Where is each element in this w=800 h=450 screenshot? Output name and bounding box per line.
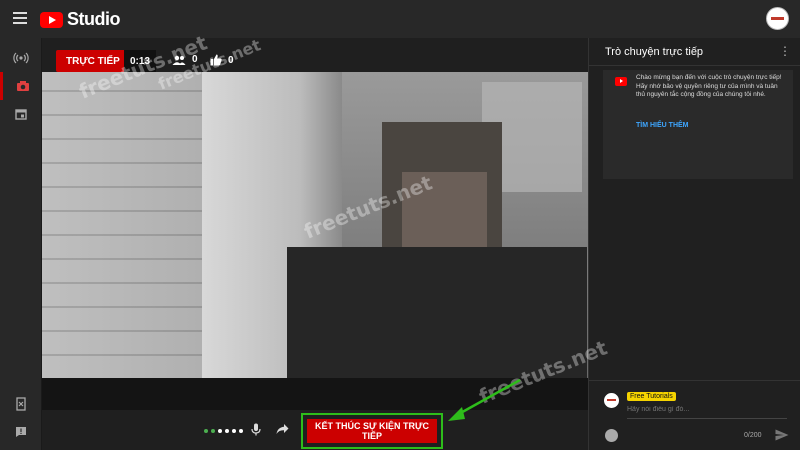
- annotation-arrow: [448, 378, 521, 421]
- camera-icon: [16, 81, 29, 91]
- nav-feedback[interactable]: [0, 418, 42, 446]
- elapsed-time: 0:13: [124, 50, 157, 72]
- learn-more-link[interactable]: TÌM HIỂU THÊM: [636, 122, 689, 129]
- nav-webcam[interactable]: [0, 72, 42, 100]
- left-nav: [0, 38, 42, 450]
- live-badge: TRỰC TIẾP: [56, 50, 130, 72]
- stream-health-indicator: [204, 429, 246, 433]
- health-dot: [239, 429, 243, 433]
- nav-exit[interactable]: [0, 390, 42, 418]
- exit-icon: [16, 397, 26, 411]
- chat-input-underline: [627, 418, 787, 419]
- health-dot: [211, 429, 215, 433]
- viewers-icon: [172, 55, 186, 65]
- app-name: Studio: [67, 9, 121, 29]
- youtube-logo-icon: [40, 11, 63, 28]
- nav-stream-now[interactable]: [0, 44, 42, 72]
- live-chat-panel: Trò chuyện trực tiếp ⋮ Chào mừng bạn đến…: [588, 38, 800, 450]
- health-dot: [204, 429, 208, 433]
- feedback-icon: [16, 427, 26, 437]
- chat-title: Trò chuyện trực tiếp: [605, 46, 704, 58]
- char-count: 0/200: [744, 432, 762, 439]
- thumbs-up-icon: [210, 54, 222, 66]
- viewer-count-value: 0: [192, 54, 198, 65]
- chat-divider: [589, 65, 800, 66]
- nav-manage[interactable]: [0, 100, 42, 128]
- chat-welcome-message: Chào mừng bạn đến với cuộc trò chuyện tr…: [603, 70, 793, 179]
- chat-message-input[interactable]: [627, 406, 787, 413]
- share-icon[interactable]: [276, 423, 289, 435]
- end-stream-highlight: KẾT THÚC SỰ KIỆN TRỰC TIẾP: [301, 413, 443, 449]
- studio-logo[interactable]: Studio: [40, 9, 121, 30]
- youtube-logo-icon: [615, 77, 627, 86]
- emoji-icon[interactable]: [605, 429, 618, 442]
- chat-compose: Free Tutorials 0/200: [589, 380, 800, 450]
- viewer-count: 0: [172, 54, 198, 65]
- video-background-wall: [42, 72, 202, 378]
- end-live-event-button[interactable]: KẾT THÚC SỰ KIỆN TRỰC TIẾP: [307, 419, 437, 443]
- health-dot: [232, 429, 236, 433]
- broadcast-icon: [13, 52, 29, 64]
- user-name-badge: Free Tutorials: [627, 392, 676, 401]
- health-dot: [225, 429, 229, 433]
- calendar-icon: [15, 109, 27, 120]
- user-avatar: [604, 393, 619, 408]
- mic-icon[interactable]: [251, 423, 261, 436]
- video-person-body: [287, 247, 587, 378]
- like-count: 0: [210, 54, 234, 66]
- more-vert-icon[interactable]: ⋮: [779, 44, 791, 58]
- webcam-preview: [42, 72, 588, 378]
- menu-icon[interactable]: [13, 12, 27, 24]
- top-bar: Studio: [0, 0, 800, 38]
- send-icon[interactable]: [775, 429, 789, 441]
- welcome-text: Chào mừng bạn đến với cuộc trò chuyện tr…: [636, 74, 782, 99]
- health-dot: [218, 429, 222, 433]
- account-avatar[interactable]: [766, 7, 789, 30]
- like-count-value: 0: [228, 54, 234, 66]
